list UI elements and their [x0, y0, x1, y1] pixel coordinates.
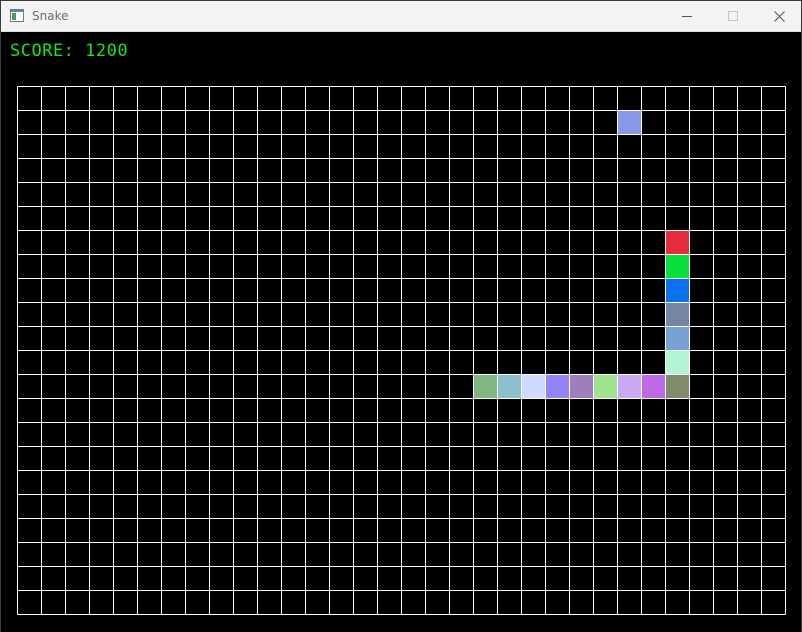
snake-segment	[473, 374, 498, 399]
food	[617, 110, 642, 135]
snake-head	[665, 230, 690, 255]
minimize-icon	[682, 16, 692, 17]
snake-segment	[665, 374, 690, 399]
snake-segment	[521, 374, 546, 399]
score-label: SCORE: 1200	[10, 41, 129, 61]
snake-segment	[617, 374, 642, 399]
snake-segment	[665, 278, 690, 303]
close-icon	[773, 10, 785, 22]
snake-segment	[593, 374, 618, 399]
maximize-icon	[728, 11, 738, 21]
window-title: Snake	[32, 9, 69, 23]
snake-segment	[497, 374, 522, 399]
minimize-button[interactable]	[664, 1, 710, 31]
snake-segment	[665, 254, 690, 279]
snake-segment	[569, 374, 594, 399]
app-window-icon	[10, 9, 24, 22]
snake-segment	[641, 374, 666, 399]
game-board[interactable]	[17, 86, 786, 615]
grid-lines	[17, 86, 786, 615]
snake-segment	[665, 350, 690, 375]
game-area[interactable]: SCORE: 1200	[1, 32, 801, 632]
snake-segment	[665, 326, 690, 351]
title-bar[interactable]: Snake	[1, 1, 801, 32]
app-window: Snake SCORE: 1200	[0, 0, 802, 632]
snake-segment	[665, 302, 690, 327]
maximize-button[interactable]	[710, 1, 756, 31]
snake-segment	[545, 374, 570, 399]
close-button[interactable]	[756, 1, 802, 31]
